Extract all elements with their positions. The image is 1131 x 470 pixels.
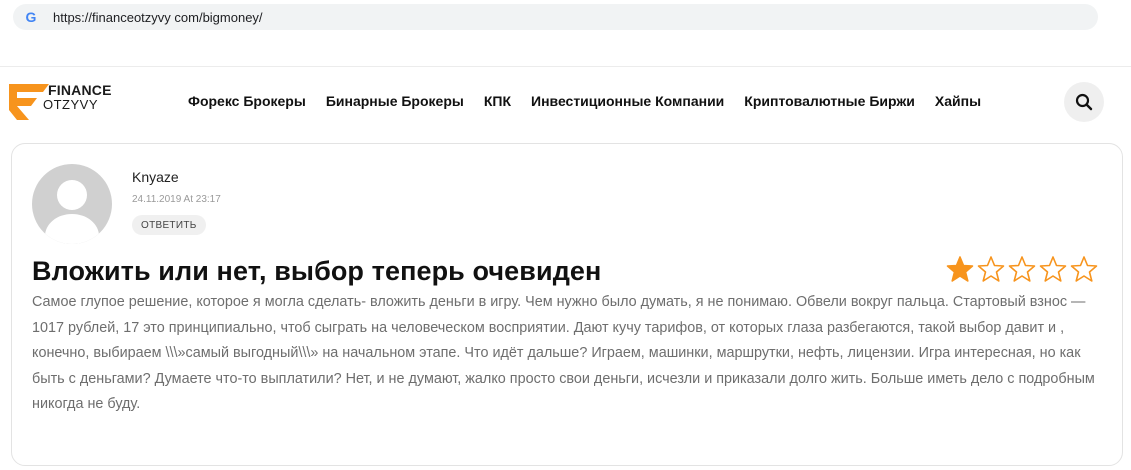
review-card: Knyaze 24.11.2019 At 23:17 ОТВЕТИТЬ Влож… (11, 143, 1123, 466)
nav-investment-companies[interactable]: Инвестиционные Компании (531, 93, 724, 109)
logo-text-finance: FINANCE (48, 82, 112, 98)
logo-text-otzyvy: OTZYVY (43, 97, 99, 112)
rating-stars (946, 255, 1098, 283)
search-button[interactable] (1064, 82, 1104, 122)
site-logo[interactable]: FINANCE OTZYVY (9, 80, 119, 122)
google-g-icon: G (25, 9, 37, 25)
star-empty-icon (1039, 256, 1067, 282)
address-bar[interactable]: G https://financeotzyvy com/bigmoney/ (13, 4, 1098, 30)
review-date: 24.11.2019 At 23:17 (132, 194, 221, 205)
url-text[interactable]: https://financeotzyvy com/bigmoney/ (53, 10, 263, 25)
search-icon (1075, 93, 1093, 111)
nav-binary-brokers[interactable]: Бинарные Брокеры (326, 93, 464, 109)
review-author[interactable]: Knyaze (132, 169, 179, 185)
main-nav: Форекс Брокеры Бинарные Брокеры КПК Инве… (188, 93, 981, 109)
star-empty-icon (1070, 256, 1098, 282)
user-avatar-icon (32, 164, 112, 244)
star-empty-icon (977, 256, 1005, 282)
nav-hyips[interactable]: Хайпы (935, 93, 981, 109)
review-title: Вложить или нет, выбор теперь очевиден (32, 256, 602, 286)
nav-kpk[interactable]: КПК (484, 93, 511, 109)
nav-crypto-exchanges[interactable]: Криптовалютные Биржи (744, 93, 915, 109)
nav-forex-brokers[interactable]: Форекс Брокеры (188, 93, 306, 109)
review-body: Самое глупое решение, которое я могла сд… (32, 294, 1095, 412)
star-empty-icon (1008, 256, 1036, 282)
header-divider (0, 66, 1131, 67)
reply-button[interactable]: ОТВЕТИТЬ (132, 215, 206, 235)
star-filled-icon (946, 256, 974, 282)
